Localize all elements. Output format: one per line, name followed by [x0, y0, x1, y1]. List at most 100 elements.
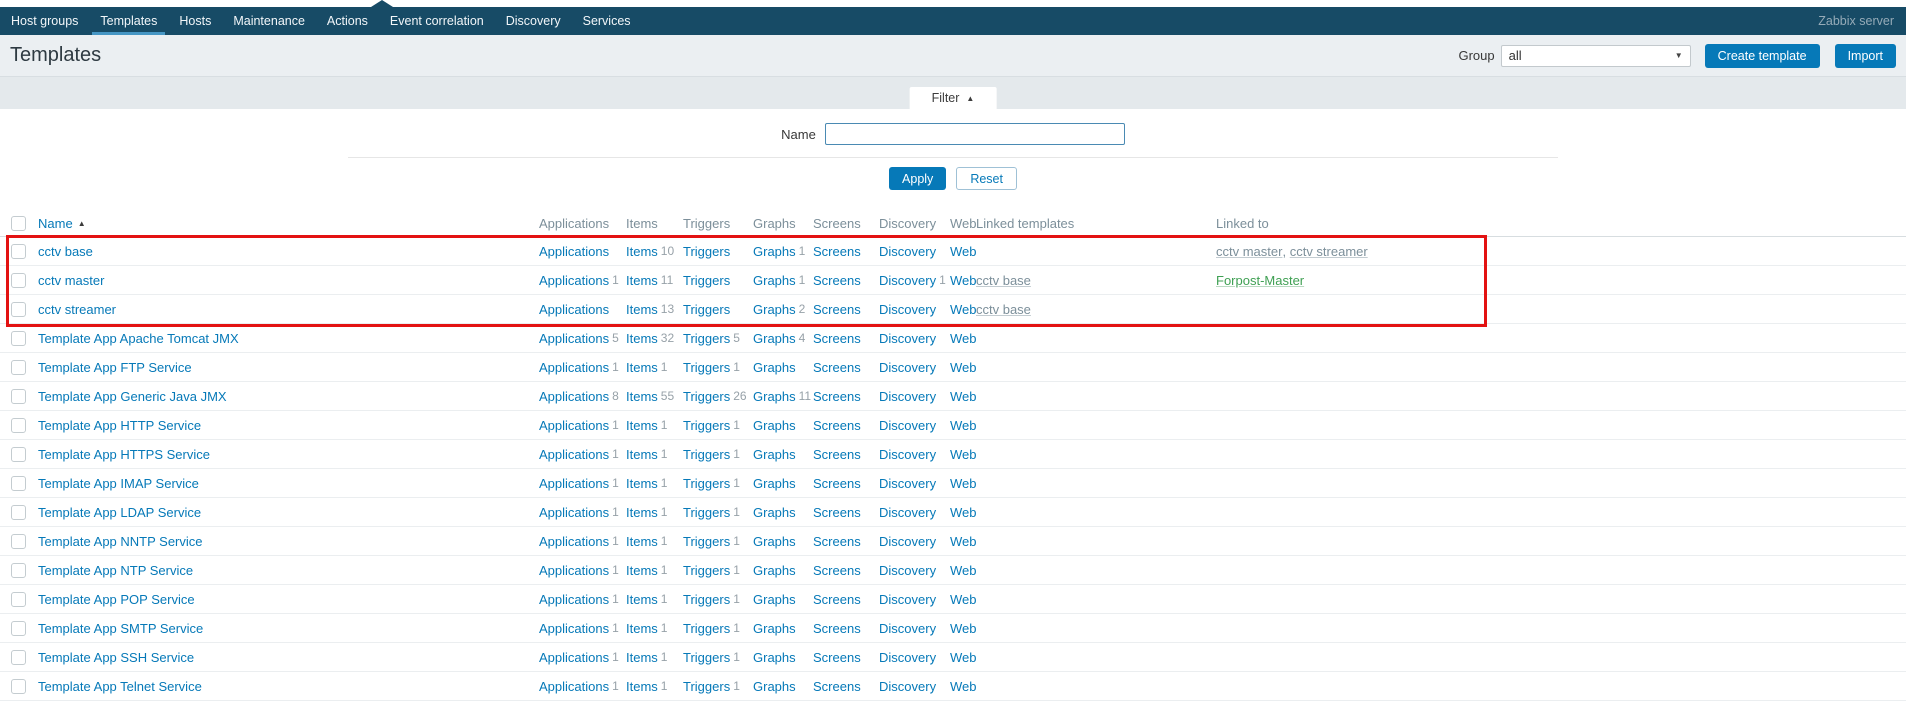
items-link[interactable]: Items — [626, 418, 658, 433]
triggers-link[interactable]: Triggers — [683, 650, 730, 665]
template-name-link[interactable]: Template App POP Service — [38, 592, 195, 607]
discovery-link[interactable]: Discovery — [879, 360, 936, 375]
screens-link[interactable]: Screens — [813, 476, 861, 491]
screens-link[interactable]: Screens — [813, 563, 861, 578]
screens-link[interactable]: Screens — [813, 650, 861, 665]
discovery-link[interactable]: Discovery — [879, 679, 936, 694]
applications-link[interactable]: Applications — [539, 621, 609, 636]
template-name-link[interactable]: cctv streamer — [38, 302, 116, 317]
discovery-link[interactable]: Discovery — [879, 563, 936, 578]
discovery-link[interactable]: Discovery — [879, 244, 936, 259]
applications-link[interactable]: Applications — [539, 447, 609, 462]
nav-item-actions[interactable]: Actions — [316, 7, 379, 35]
discovery-link[interactable]: Discovery — [879, 418, 936, 433]
applications-link[interactable]: Applications — [539, 273, 609, 288]
web-link[interactable]: Web — [950, 273, 976, 288]
template-name-link[interactable]: Template App NNTP Service — [38, 534, 203, 549]
nav-item-event-correlation[interactable]: Event correlation — [379, 7, 495, 35]
web-link[interactable]: Web — [950, 447, 976, 462]
triggers-link[interactable]: Triggers — [683, 360, 730, 375]
row-checkbox[interactable] — [11, 620, 26, 636]
items-link[interactable]: Items — [626, 331, 658, 346]
nav-item-maintenance[interactable]: Maintenance — [222, 7, 316, 35]
screens-link[interactable]: Screens — [813, 418, 861, 433]
applications-link[interactable]: Applications — [539, 650, 609, 665]
screens-link[interactable]: Screens — [813, 679, 861, 694]
web-link[interactable]: Web — [950, 563, 976, 578]
row-checkbox[interactable] — [11, 359, 26, 375]
template-name-link[interactable]: Template App SSH Service — [38, 650, 194, 665]
applications-link[interactable]: Applications — [539, 592, 609, 607]
screens-link[interactable]: Screens — [813, 244, 861, 259]
row-checkbox[interactable] — [11, 417, 26, 433]
triggers-link[interactable]: Triggers — [683, 302, 730, 317]
screens-link[interactable]: Screens — [813, 447, 861, 462]
row-checkbox[interactable] — [11, 301, 26, 317]
items-link[interactable]: Items — [626, 679, 658, 694]
triggers-link[interactable]: Triggers — [683, 563, 730, 578]
web-link[interactable]: Web — [950, 360, 976, 375]
create-template-button[interactable]: Create template — [1704, 43, 1820, 68]
items-link[interactable]: Items — [626, 447, 658, 462]
applications-link[interactable]: Applications — [539, 505, 609, 520]
items-link[interactable]: Items — [626, 244, 658, 259]
applications-link[interactable]: Applications — [539, 679, 609, 694]
triggers-link[interactable]: Triggers — [683, 244, 730, 259]
graphs-link[interactable]: Graphs — [753, 302, 796, 317]
linked-template-link[interactable]: cctv base — [976, 273, 1031, 288]
row-checkbox[interactable] — [11, 562, 26, 578]
graphs-link[interactable]: Graphs — [753, 244, 796, 259]
nav-item-templates[interactable]: Templates — [89, 7, 168, 35]
linked-template-link[interactable]: cctv base — [976, 302, 1031, 317]
applications-link[interactable]: Applications — [539, 534, 609, 549]
discovery-link[interactable]: Discovery — [879, 302, 936, 317]
row-checkbox[interactable] — [11, 649, 26, 665]
discovery-link[interactable]: Discovery — [879, 389, 936, 404]
items-link[interactable]: Items — [626, 302, 658, 317]
template-name-link[interactable]: Template App IMAP Service — [38, 476, 199, 491]
applications-link[interactable]: Applications — [539, 331, 609, 346]
graphs-link[interactable]: Graphs — [753, 331, 796, 346]
graphs-link[interactable]: Graphs — [753, 563, 796, 578]
linked-to-template-link[interactable]: cctv streamer — [1290, 244, 1368, 259]
triggers-link[interactable]: Triggers — [683, 534, 730, 549]
graphs-link[interactable]: Graphs — [753, 650, 796, 665]
screens-link[interactable]: Screens — [813, 360, 861, 375]
items-link[interactable]: Items — [626, 360, 658, 375]
triggers-link[interactable]: Triggers — [683, 418, 730, 433]
name-filter-input[interactable] — [824, 123, 1125, 145]
filter-tab[interactable]: Filter ▲ — [909, 87, 997, 109]
discovery-link[interactable]: Discovery — [879, 447, 936, 462]
triggers-link[interactable]: Triggers — [683, 476, 730, 491]
graphs-link[interactable]: Graphs — [753, 418, 796, 433]
web-link[interactable]: Web — [950, 389, 976, 404]
template-name-link[interactable]: Template App FTP Service — [38, 360, 192, 375]
triggers-link[interactable]: Triggers — [683, 447, 730, 462]
graphs-link[interactable]: Graphs — [753, 447, 796, 462]
web-link[interactable]: Web — [950, 476, 976, 491]
items-link[interactable]: Items — [626, 389, 658, 404]
items-link[interactable]: Items — [626, 505, 658, 520]
graphs-link[interactable]: Graphs — [753, 476, 796, 491]
triggers-link[interactable]: Triggers — [683, 621, 730, 636]
discovery-link[interactable]: Discovery — [879, 650, 936, 665]
applications-link[interactable]: Applications — [539, 476, 609, 491]
discovery-link[interactable]: Discovery — [879, 505, 936, 520]
web-link[interactable]: Web — [950, 331, 976, 346]
applications-link[interactable]: Applications — [539, 244, 609, 259]
graphs-link[interactable]: Graphs — [753, 505, 796, 520]
items-link[interactable]: Items — [626, 534, 658, 549]
row-checkbox[interactable] — [11, 272, 26, 288]
template-name-link[interactable]: Template App Generic Java JMX — [38, 389, 227, 404]
web-link[interactable]: Web — [950, 505, 976, 520]
row-checkbox[interactable] — [11, 388, 26, 404]
template-name-link[interactable]: cctv master — [38, 273, 104, 288]
row-checkbox[interactable] — [11, 678, 26, 694]
web-link[interactable]: Web — [950, 650, 976, 665]
screens-link[interactable]: Screens — [813, 331, 861, 346]
triggers-link[interactable]: Triggers — [683, 505, 730, 520]
template-name-link[interactable]: Template App Telnet Service — [38, 679, 202, 694]
web-link[interactable]: Web — [950, 302, 976, 317]
graphs-link[interactable]: Graphs — [753, 273, 796, 288]
triggers-link[interactable]: Triggers — [683, 389, 730, 404]
